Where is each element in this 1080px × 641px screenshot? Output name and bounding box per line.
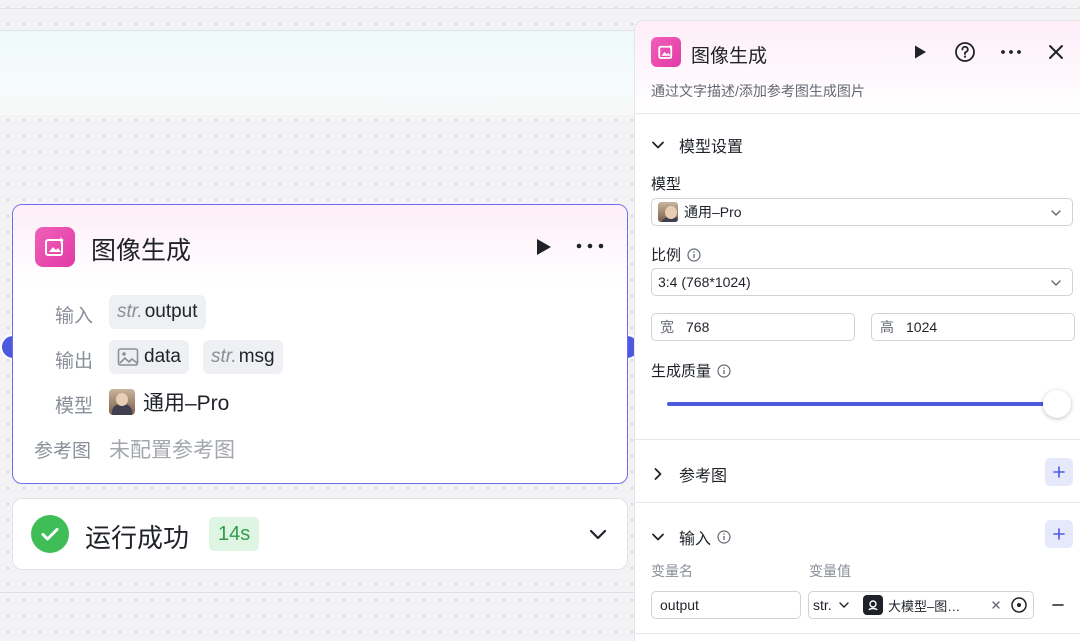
model-label: 模型 [55, 396, 94, 417]
plus-icon [1053, 528, 1065, 540]
quality-slider-thumb[interactable] [1043, 390, 1071, 418]
remove-tag-icon[interactable] [991, 600, 1001, 610]
quality-label-text: 生成质量 [651, 363, 712, 380]
canvas-divider-top [0, 8, 1080, 9]
model-avatar [658, 202, 678, 222]
model-select-value: 通用–Pro [684, 204, 742, 220]
section-divider [635, 502, 1080, 503]
variable-name-value: output [660, 597, 699, 613]
target-icon[interactable] [1010, 596, 1028, 614]
input-section-header[interactable]: 输入 [651, 525, 731, 549]
help-icon[interactable] [954, 41, 976, 63]
output-msg-name: msg [238, 346, 275, 367]
chevron-down-icon [1051, 210, 1061, 216]
more-options-icon[interactable] [1000, 41, 1022, 63]
variable-name-column-label: 变量名 [651, 563, 693, 579]
width-prefix: 宽 [660, 319, 674, 335]
ratio-select-value: 3:4 (768*1024) [658, 274, 751, 290]
variable-reference-text: 大模型–图… [888, 598, 961, 614]
input-variable-tag: str. output [109, 295, 206, 329]
output-msg-tag: str. msg [203, 340, 283, 374]
ratio-label-text: 比例 [651, 247, 682, 264]
model-label-text: 模型 [651, 176, 682, 193]
previous-node-area [0, 30, 640, 115]
node-title: 图像生成 [91, 237, 192, 265]
duration-badge: 14s [209, 517, 260, 551]
input-label: 输入 [55, 306, 94, 327]
node-output-row: 输出 data str. msg [13, 340, 627, 376]
ratio-select[interactable]: 3:4 (768*1024) [651, 268, 1073, 296]
chevron-down-icon[interactable] [587, 523, 609, 545]
height-prefix: 高 [880, 319, 894, 335]
model-avatar [109, 389, 135, 415]
run-icon[interactable] [909, 41, 931, 63]
output-data-tag: data [109, 340, 189, 374]
add-reference-button[interactable] [1045, 458, 1073, 486]
close-icon[interactable] [1045, 41, 1067, 63]
image-generation-node[interactable]: 图像生成 输入 str. output 输出 data str. msg 模型 … [12, 204, 628, 484]
reference-value: 未配置参考图 [109, 439, 235, 462]
model-field-label: 模型 [651, 173, 681, 194]
panel-description: 通过文字描述/添加参考图生成图片 [651, 83, 865, 99]
node-config-panel: 图像生成 通过文字描述/添加参考图生成图片 模型设置 模型 通用–Pro 比例 … [634, 20, 1080, 641]
chevron-down-icon [1051, 280, 1061, 286]
info-icon[interactable] [717, 530, 731, 544]
node-input-row: 输入 str. output [13, 295, 627, 331]
run-node-icon[interactable] [533, 237, 553, 257]
height-value: 1024 [906, 319, 938, 335]
variable-type-select[interactable]: str. [813, 597, 832, 613]
height-input[interactable]: 高 1024 [871, 313, 1075, 341]
info-icon[interactable] [687, 247, 701, 262]
model-value: 通用–Pro [109, 387, 229, 417]
image-generation-icon [35, 227, 75, 267]
reference-section-header[interactable]: 参考图 [651, 462, 727, 486]
model-value-text: 通用–Pro [143, 392, 230, 415]
type-str-label: str. [211, 346, 237, 367]
image-icon [117, 348, 139, 366]
more-options-icon[interactable] [575, 235, 605, 257]
chevron-down-icon[interactable] [838, 599, 850, 611]
remove-row-icon[interactable] [1051, 598, 1065, 612]
model-select[interactable]: 通用–Pro [651, 198, 1073, 226]
plus-icon [1053, 466, 1065, 478]
status-text: 运行成功 [85, 523, 190, 553]
variable-name-input[interactable]: output [651, 591, 801, 619]
model-settings-title: 模型设置 [679, 139, 744, 156]
quality-field-label: 生成质量 [651, 360, 731, 381]
output-data-name: data [144, 346, 181, 367]
section-divider [635, 439, 1080, 440]
quality-slider-track[interactable] [667, 402, 1057, 406]
type-str-label: str. [117, 301, 143, 322]
chevron-down-icon [652, 141, 664, 149]
image-generation-node-wrapper: 图像生成 输入 str. output 输出 data str. msg 模型 … [0, 204, 640, 570]
input-variable-name: output [144, 301, 198, 322]
width-value: 768 [686, 319, 710, 335]
width-input[interactable]: 宽 768 [651, 313, 855, 341]
input-section-title: 输入 [679, 531, 712, 548]
success-check-icon [31, 515, 69, 553]
node-reference-row: 参考图 未配置参考图 [13, 430, 627, 466]
chevron-down-icon [652, 533, 664, 541]
node-model-row: 模型 通用–Pro [13, 385, 627, 421]
chevron-right-icon [654, 468, 662, 480]
image-generation-icon [651, 37, 681, 67]
info-icon[interactable] [717, 363, 731, 378]
panel-title: 图像生成 [691, 46, 768, 67]
run-status-card[interactable]: 运行成功 14s [12, 498, 628, 570]
model-node-icon [863, 595, 883, 615]
model-settings-header[interactable]: 模型设置 [651, 133, 743, 157]
reference-section-title: 参考图 [679, 468, 728, 485]
reference-label: 参考图 [34, 441, 92, 462]
canvas-divider-bottom [0, 592, 640, 593]
ratio-field-label: 比例 [651, 244, 701, 265]
section-divider [635, 633, 1080, 634]
add-input-button[interactable] [1045, 520, 1073, 548]
variable-value-column-label: 变量值 [809, 563, 851, 579]
variable-reference-tag[interactable]: 大模型–图… [863, 594, 987, 616]
output-label: 输出 [55, 351, 94, 372]
